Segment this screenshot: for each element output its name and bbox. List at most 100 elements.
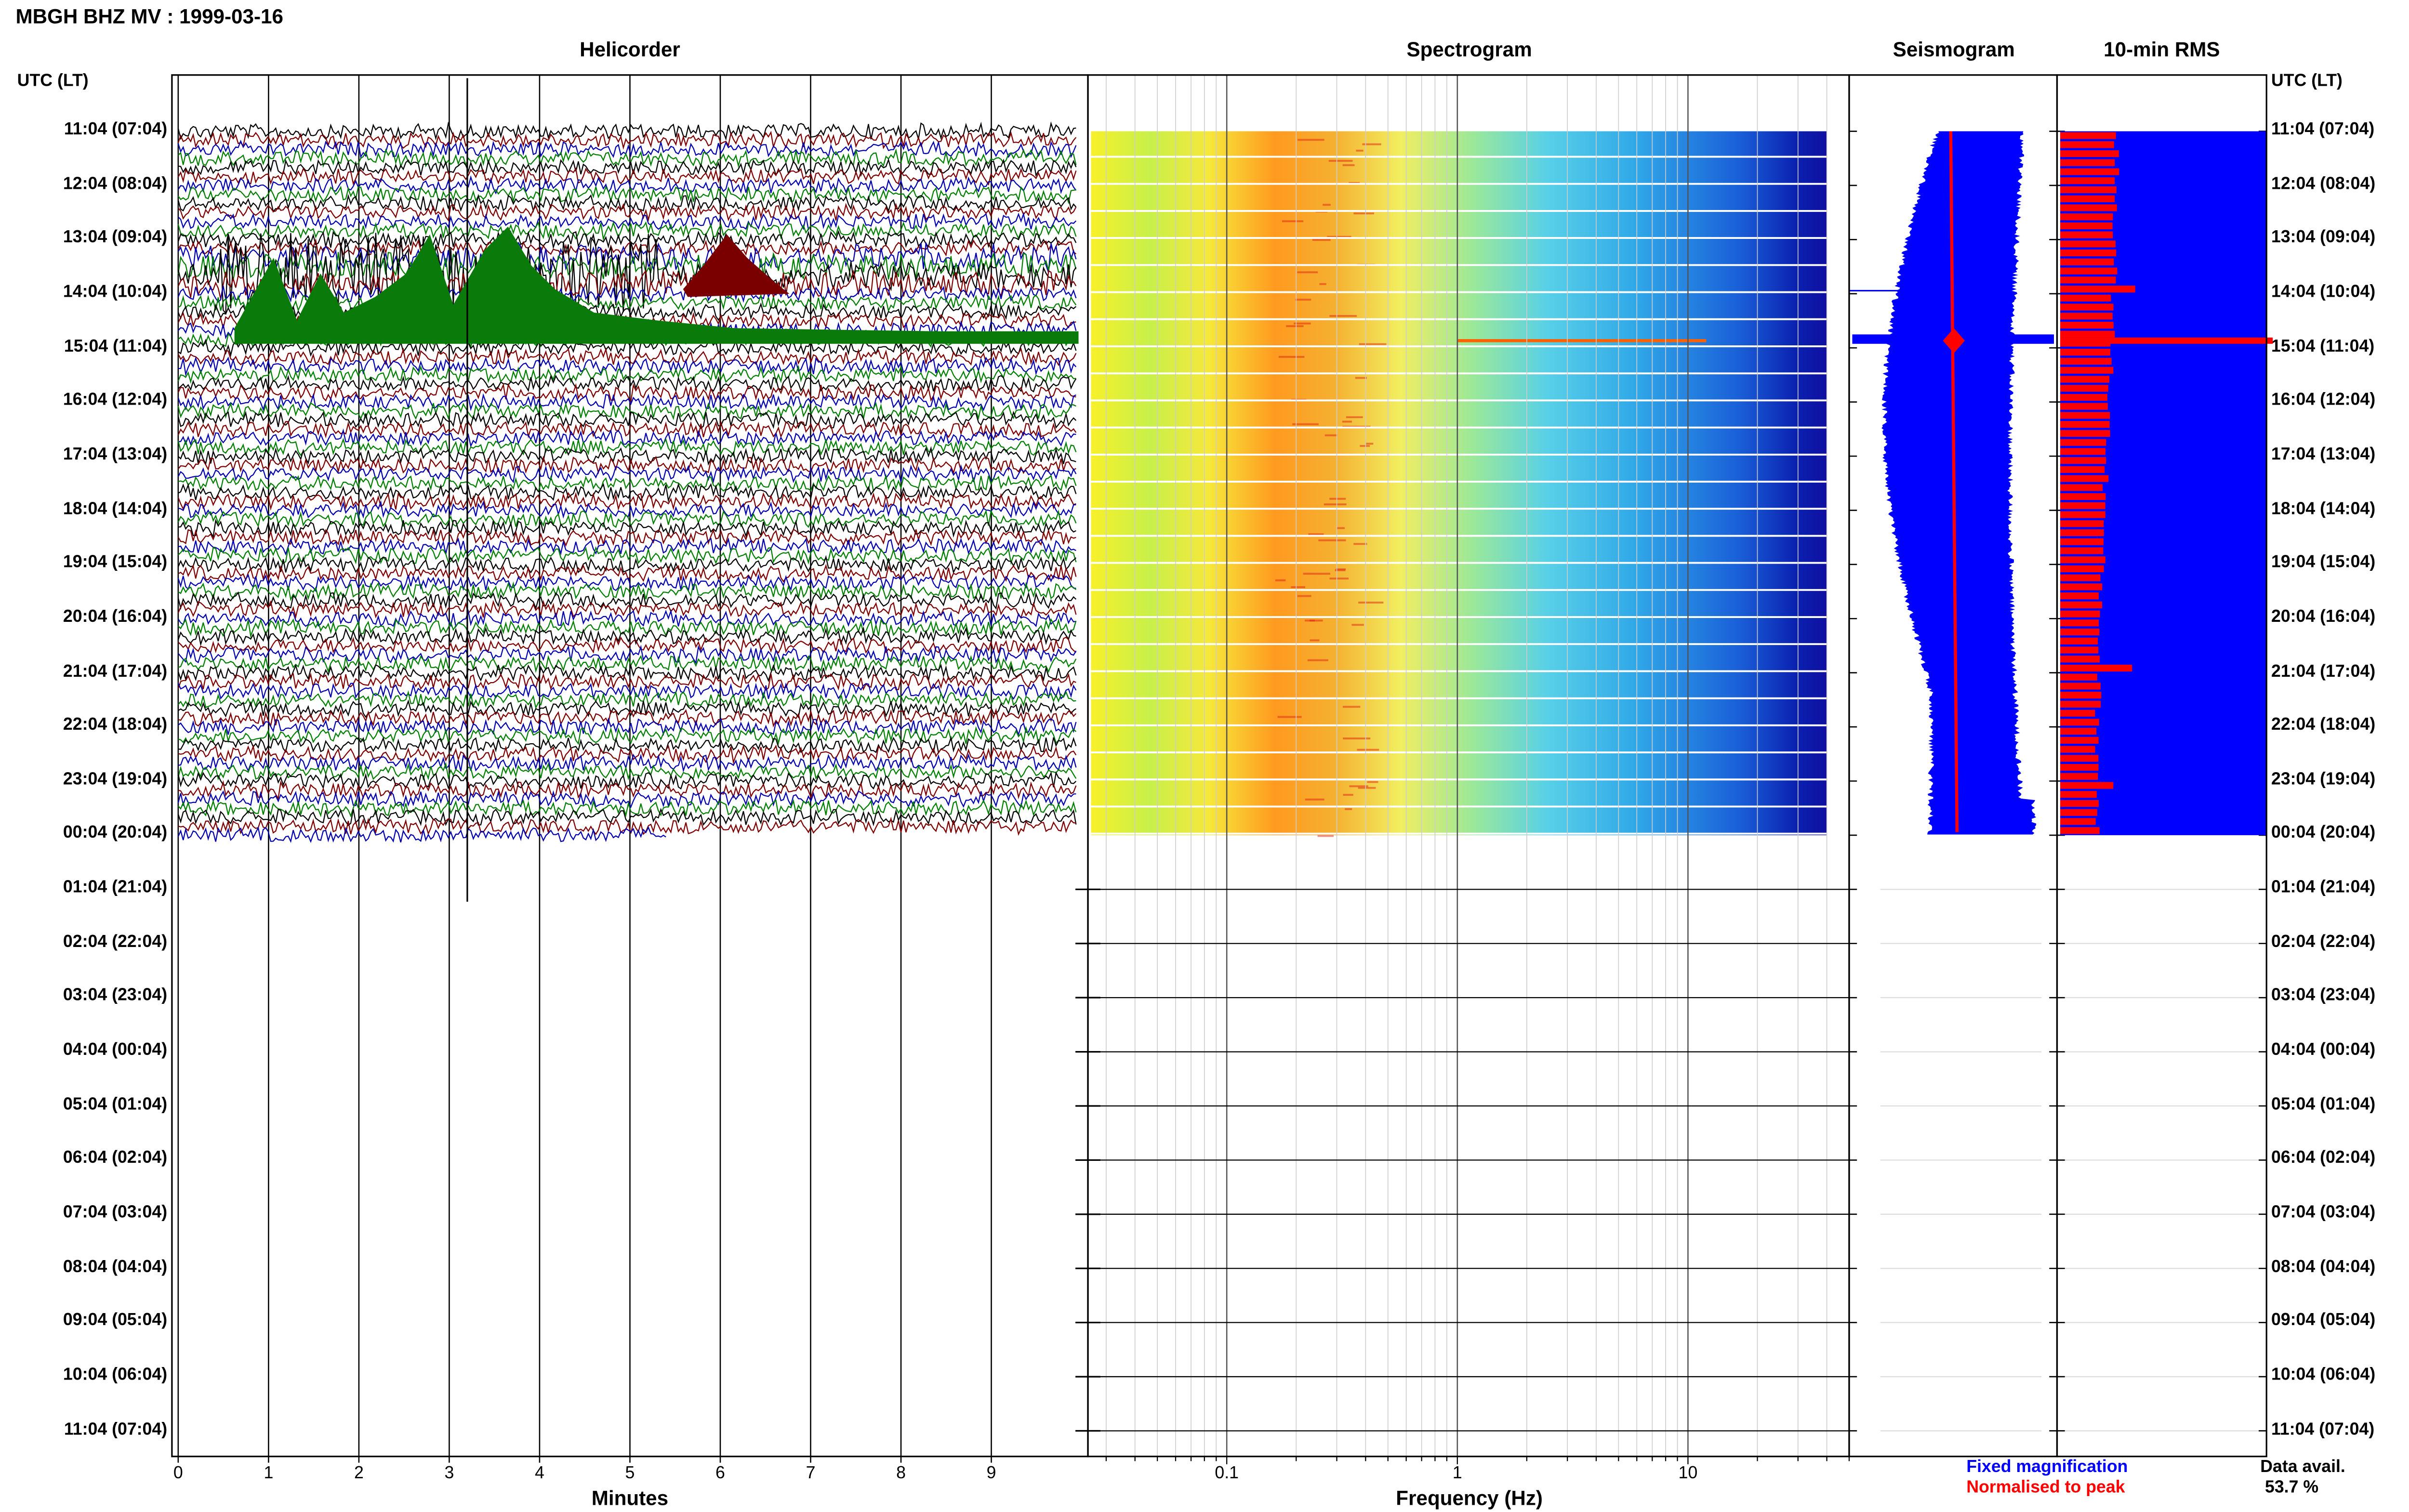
spectrogram-speckle: [1277, 716, 1302, 718]
rms-normalised-bar: [2060, 484, 2103, 491]
rms-normalised-bar: [2060, 656, 2100, 663]
rms-normalised-bar: [2060, 529, 2104, 537]
rms-normalised-bar: [2060, 195, 2115, 202]
spectrogram-speckle: [1358, 787, 1376, 789]
rms-normalised-bar: [2060, 403, 2108, 410]
helicorder-x-tick-label: 2: [354, 1463, 364, 1482]
rms-normalised-bar: [2060, 755, 2099, 762]
rms-normalised-bar: [2060, 782, 2114, 789]
spectrogram-speckle: [1359, 343, 1387, 345]
rms-normalised-bar: [2060, 330, 2115, 338]
helicorder-trace: [177, 121, 1076, 141]
rms-normalised-bar: [2060, 520, 2104, 527]
spectrogram-speckle: [1323, 204, 1331, 206]
spectrogram-panel: 0.1 1 10: [1087, 74, 1850, 1482]
spectrogram-speckle: [1295, 299, 1311, 301]
spectrogram-speckle: [1297, 271, 1318, 274]
rms-normalised-bar: [2060, 412, 2110, 419]
rms-normalised-bar: [2060, 250, 2117, 257]
rms-normalised-bar: [2060, 285, 2135, 293]
rms-normalised-bar: [2060, 628, 2100, 636]
spectrogram-speckle: [1343, 706, 1361, 708]
rms-normalised-bar: [2060, 728, 2097, 735]
spectrogram-image: [1091, 131, 1827, 835]
plot-area: 0 1 2 3 4 5 6 7 8 9 0.1 1 10: [171, 74, 2273, 1482]
rms-normalised-bar: [2060, 159, 2115, 166]
rms-normalised-bar: [2060, 827, 2100, 834]
helicorder-trace: [177, 194, 1077, 213]
rms-normalised-bar: [2060, 313, 2113, 320]
rms-peak-bar: [2060, 337, 2273, 344]
rms-normalised-bar: [2060, 637, 2098, 644]
spectrogram-speckle: [1360, 445, 1370, 447]
helicorder-x-tick-label: 1: [264, 1463, 273, 1482]
rms-normalised-bar: [2060, 565, 2104, 572]
helicorder-trace: [177, 131, 1077, 150]
spectrogram-speckle: [1303, 573, 1331, 575]
rms-normalised-bar: [2060, 556, 2105, 564]
rms-normalised-bar: [2060, 646, 2099, 654]
legend-fixed-magnification: Fixed magnification: [1966, 1458, 2128, 1477]
rms-normalised-bar: [2060, 538, 2104, 545]
figure-root: MBGH BHZ MV : 1999-03-16 Helicorder Spec…: [0, 0, 2409, 1511]
spectrogram-speckle: [1309, 619, 1323, 622]
spectrogram-speckle: [1291, 586, 1306, 588]
helicorder-trace: [177, 455, 1076, 475]
spectrogram-speckle: [1312, 239, 1331, 241]
rms-normalised-bar: [2060, 493, 2106, 500]
spectrogram-speckle: [1319, 283, 1326, 285]
rms-normalised-bar: [2060, 439, 2106, 446]
spectrogram-speckle: [1282, 220, 1304, 223]
spectrogram-speckle: [1275, 579, 1286, 581]
rms-normalised-bar: [2060, 430, 2110, 437]
helicorder-x-tick-label: 6: [715, 1463, 725, 1482]
rms-normalised-bar: [2060, 791, 2097, 798]
helicorder-trace: [177, 402, 1076, 421]
helicorder-panel: 0 1 2 3 4 5 6 7 8 9: [171, 74, 1089, 1482]
helicorder-trace: [177, 383, 1076, 403]
spectrogram-speckle: [1343, 737, 1371, 740]
helicorder-trace: [177, 421, 1077, 439]
rms-normalised-bar: [2060, 457, 2106, 464]
spectrogram-speckle: [1355, 377, 1367, 379]
rms-normalised-bar: [2060, 818, 2096, 825]
rms-normalised-bar: [2060, 303, 2114, 311]
spectrogram-speckle: [1317, 835, 1334, 837]
spectrogram-speckle: [1345, 808, 1352, 810]
spectrogram-speckle: [1286, 325, 1304, 328]
helicorder-trace: [177, 762, 1077, 781]
spectrogram-speckle: [1318, 539, 1346, 541]
rms-normalised-bar: [2060, 710, 2095, 717]
rms-normalised-bar: [2060, 294, 2111, 302]
rms-normalised-bar: [2060, 692, 2102, 699]
rms-normalised-bar: [2060, 466, 2105, 473]
rms-normalised-bar: [2060, 511, 2105, 518]
helicorder-x-tick-label: 5: [625, 1463, 635, 1482]
rms-normalised-bar: [2060, 574, 2101, 581]
spectrogram-speckle: [1328, 160, 1353, 162]
spectrogram-speckle: [1353, 543, 1367, 545]
rms-normalised-bar: [2060, 258, 2114, 265]
data-availability-value: 53.7 %: [2264, 1478, 2319, 1498]
rms-normalised-bar: [2060, 448, 2105, 455]
rms-normalised-bar: [2060, 376, 2109, 383]
helicorder-trace: [178, 690, 1076, 710]
data-availability-label: Data avail.: [2260, 1458, 2345, 1477]
rms-normalised-bar: [2060, 619, 2099, 627]
rms-normalised-bar: [2060, 177, 2115, 184]
rms-normalised-bar: [2060, 276, 2116, 284]
rms-normalised-bar: [2060, 673, 2097, 681]
spectrogram-speckle: [1366, 443, 1374, 445]
spectrogram-speckle: [1358, 601, 1384, 604]
spectrogram-speckle: [1351, 624, 1364, 626]
rms-normalised-bar: [2060, 502, 2105, 509]
helicorder-x-tick-label: 4: [535, 1463, 544, 1482]
rms-normalised-bar: [2060, 267, 2118, 275]
rms-normalised-bar: [2060, 583, 2103, 591]
rms-normalised-bar: [2060, 736, 2099, 744]
rms-normalised-bar: [2060, 475, 2109, 482]
rms-normalised-bar: [2060, 610, 2100, 618]
spectrogram-speckle: [1329, 578, 1349, 580]
spectrogram-speckle: [1329, 315, 1357, 317]
rms-normalised-bar: [2060, 773, 2098, 780]
